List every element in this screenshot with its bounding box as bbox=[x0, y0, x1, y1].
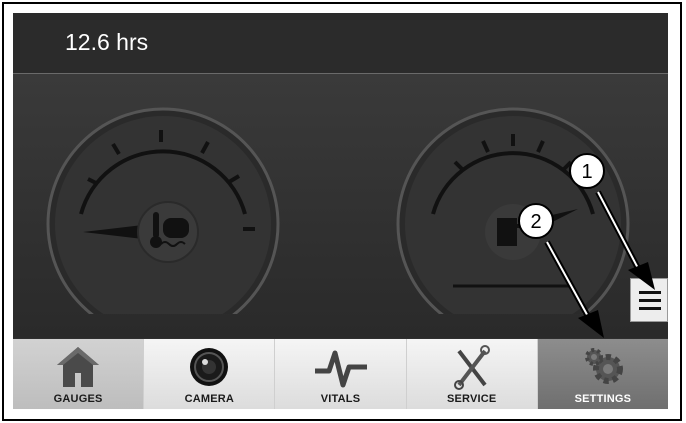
nav-camera-button[interactable]: CAMERA bbox=[144, 339, 276, 409]
wrench-screwdriver-icon bbox=[453, 345, 490, 390]
camera-icon bbox=[190, 348, 229, 386]
engine-hours: 12.6 hrs bbox=[65, 29, 149, 55]
bottom-nav-bar: GAUGES CAMERA VITALS SERVICE SETTINGS bbox=[13, 339, 669, 409]
nav-service-button[interactable]: SERVICE bbox=[406, 339, 538, 409]
hamburger-menu-button[interactable] bbox=[630, 278, 668, 322]
fuel-gauge bbox=[396, 107, 630, 314]
gauge-area bbox=[13, 74, 668, 338]
header-bar: 12.6 hrs bbox=[13, 13, 668, 74]
nav-gauges-button[interactable]: GAUGES bbox=[13, 339, 145, 409]
hamburger-menu-icon-line bbox=[639, 299, 661, 302]
nav-vitals-label: VITALS bbox=[320, 393, 361, 405]
hamburger-menu-icon bbox=[639, 291, 661, 294]
nav-vitals-button[interactable]: VITALS bbox=[275, 339, 407, 409]
nav-settings-button[interactable]: SETTINGS bbox=[537, 339, 669, 409]
gears-icon bbox=[584, 348, 623, 384]
nav-gauges-label: GAUGES bbox=[53, 393, 103, 405]
pulse-icon bbox=[314, 350, 367, 388]
nav-service-label: SERVICE bbox=[446, 393, 497, 405]
hamburger-menu-icon-line bbox=[639, 307, 661, 310]
nav-settings-label: SETTINGS bbox=[574, 393, 632, 405]
coolant-temperature-gauge bbox=[46, 107, 280, 314]
nav-camera-label: CAMERA bbox=[184, 393, 235, 405]
home-icon bbox=[57, 347, 100, 387]
